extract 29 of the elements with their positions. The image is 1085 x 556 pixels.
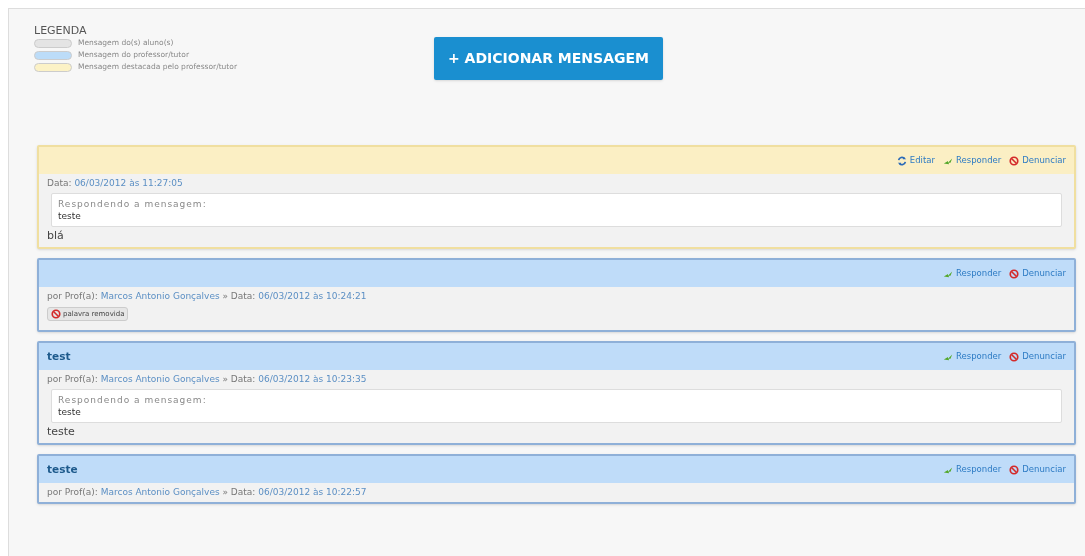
prohibited-icon xyxy=(1009,351,1020,362)
reply-link[interactable]: Responder xyxy=(943,463,1002,476)
prohibited-icon xyxy=(51,309,61,319)
message-meta: por Prof(a): Marcos Antonio Gonçalves » Data: 06/03/2012 às 10:22:57 xyxy=(47,486,368,498)
quote-text: teste xyxy=(58,406,82,418)
prohibited-icon xyxy=(1009,464,1020,475)
report-link[interactable]: Denunciar xyxy=(1009,463,1066,476)
reply-link[interactable]: Responder xyxy=(943,267,1002,280)
message-title: test xyxy=(47,348,71,364)
reply-link[interactable]: Responder xyxy=(943,154,1002,167)
report-link[interactable]: Denunciar xyxy=(1009,350,1066,363)
report-link[interactable]: Denunciar xyxy=(1009,267,1066,280)
prohibited-icon xyxy=(1009,268,1020,279)
message-meta: por Prof(a): Marcos Antonio Gonçalves » Data: 06/03/2012 às 10:24:21 xyxy=(47,290,368,302)
message-body: blá xyxy=(47,229,65,243)
quote-label: Respondendo a mensagem: xyxy=(58,198,208,210)
message-meta: Data: 06/03/2012 às 11:27:05 xyxy=(47,177,184,189)
edit-link[interactable]: Editar xyxy=(896,154,935,167)
message-body: teste xyxy=(47,425,76,439)
refresh-arrows-icon xyxy=(896,155,907,166)
reply-link[interactable]: Responder xyxy=(943,350,1002,363)
prohibited-icon xyxy=(1009,155,1020,166)
report-link[interactable]: Denunciar xyxy=(1009,154,1066,167)
add-message-button[interactable]: + ADICIONAR MENSAGEM xyxy=(434,37,663,80)
message-meta: por Prof(a): Marcos Antonio Gonçalves » Data: 06/03/2012 às 10:23:35 xyxy=(47,373,368,385)
quote-text: teste xyxy=(58,210,82,222)
legend-title: LEGENDA xyxy=(34,25,88,37)
message-title: teste xyxy=(47,461,78,477)
quote-label: Respondendo a mensagem: xyxy=(58,394,208,406)
